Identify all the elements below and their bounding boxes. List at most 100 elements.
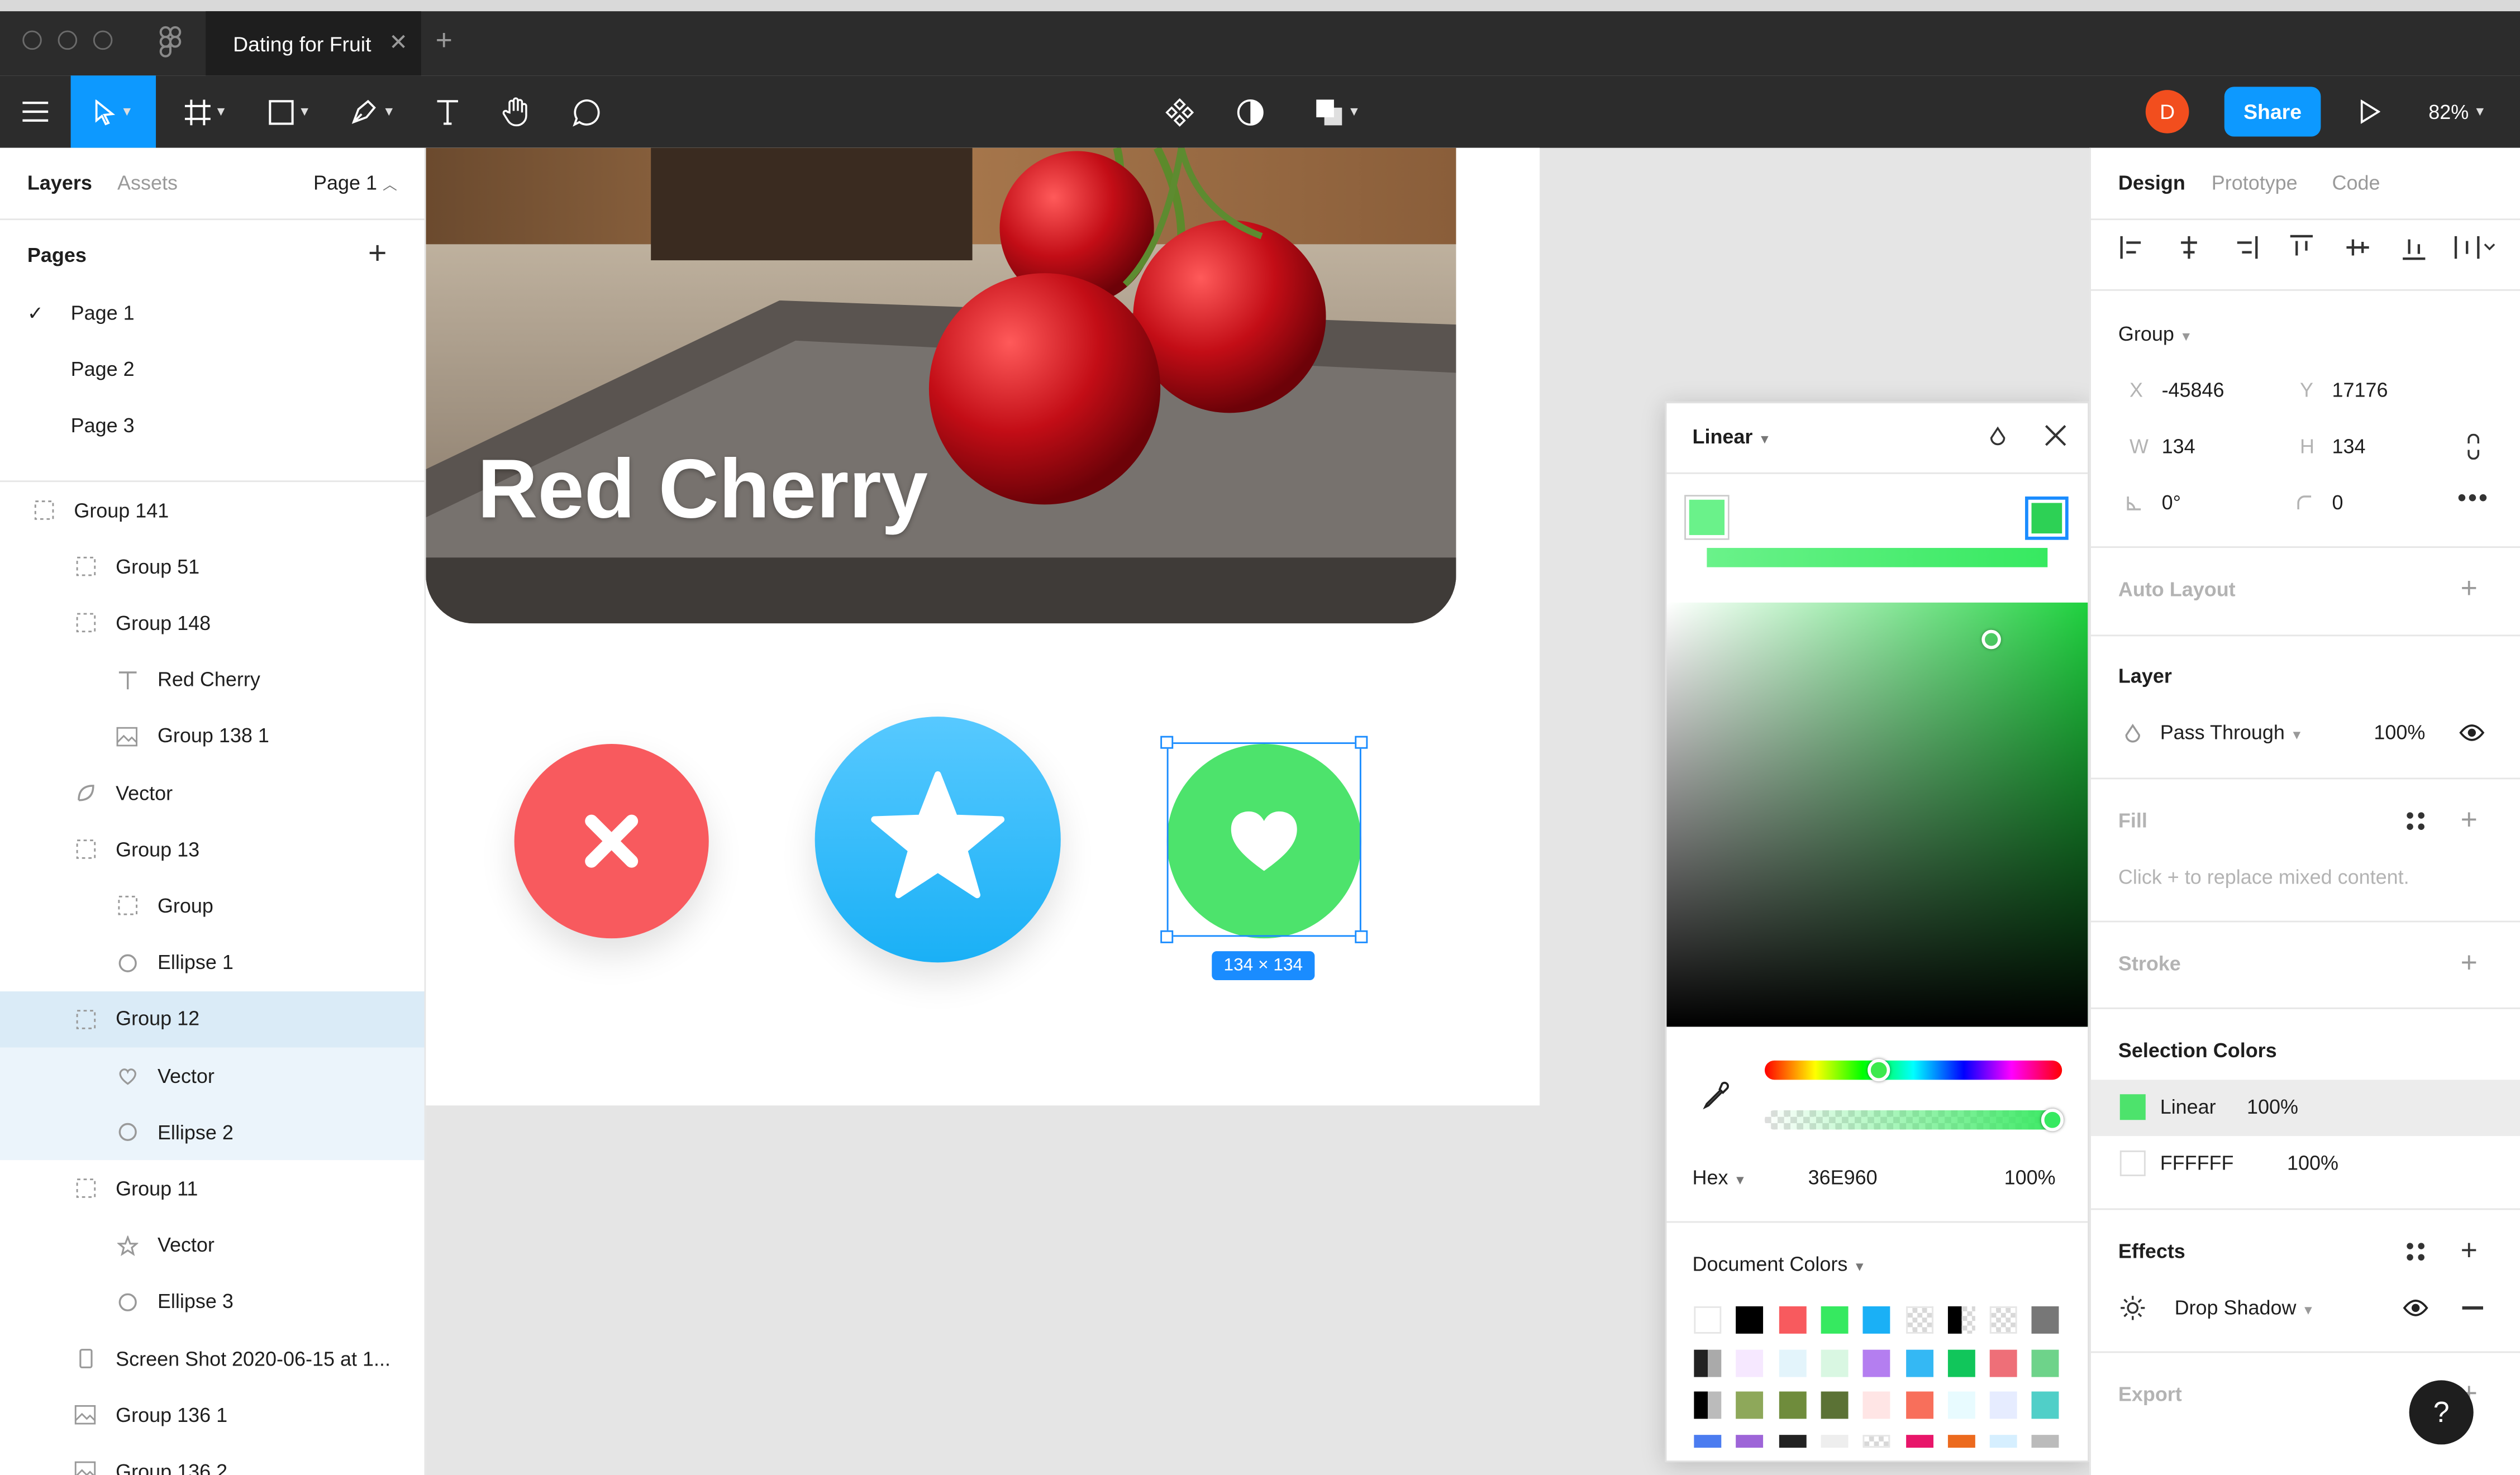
layer-item[interactable]: Ellipse 1 [0,934,425,991]
document-color-swatch[interactable] [1947,1434,1975,1447]
resize-handle[interactable] [1355,736,1368,749]
zoom-dropdown[interactable]: 82% ▼ [2417,75,2498,147]
boolean-operations-button[interactable]: ▼ [1302,75,1373,147]
align-top-icon[interactable] [2289,235,2314,260]
layer-item[interactable]: Ellipse 2 [0,1104,425,1161]
align-left-icon[interactable] [2120,235,2146,260]
document-color-swatch[interactable] [2032,1391,2060,1419]
selection-color-swatch[interactable] [2119,1094,2146,1120]
x-input[interactable]: -45846 [2162,379,2224,402]
rotation-input[interactable]: 0° [2162,491,2181,514]
file-tab[interactable]: Dating for Fruit ✕ [206,11,421,76]
document-color-swatch[interactable] [1947,1391,1975,1419]
selection-box[interactable] [1166,742,1361,937]
layer-item[interactable]: Group 51 [0,538,425,595]
document-color-swatch[interactable] [1778,1434,1806,1447]
constrain-proportions-icon[interactable] [2465,433,2481,460]
sun-icon[interactable] [2120,1295,2146,1321]
document-color-swatch[interactable] [1862,1306,1890,1334]
document-color-swatch[interactable] [1989,1391,2017,1419]
dislike-button[interactable] [514,744,709,939]
tab-design[interactable]: Design [2118,172,2185,194]
help-button[interactable]: ? [2409,1380,2474,1445]
width-input[interactable]: 134 [2162,436,2195,458]
document-color-swatch[interactable] [1905,1391,1933,1419]
group-type-dropdown[interactable]: Group ▼ [2118,323,2193,345]
document-color-swatch[interactable] [1862,1349,1890,1377]
style-grid-icon[interactable] [2406,812,2426,831]
layer-opacity-input[interactable]: 100% [2374,722,2425,744]
resize-handle[interactable] [1160,930,1174,943]
add-stroke-icon[interactable]: + [2461,947,2478,980]
document-color-swatch[interactable] [1989,1306,2017,1334]
pen-tool-button[interactable]: ▼ [341,75,405,147]
document-color-swatch[interactable] [1947,1349,1975,1377]
align-bottom-icon[interactable] [2401,235,2427,260]
layer-item[interactable]: Group 148 [0,595,425,652]
document-color-swatch[interactable] [1905,1306,1933,1334]
layer-item[interactable]: Screen Shot 2020-06-15 at 1... [0,1330,425,1387]
document-color-swatch[interactable] [1736,1434,1764,1447]
document-color-swatch[interactable] [1905,1434,1933,1447]
layer-item[interactable]: Group 12 [0,991,425,1048]
super-like-button[interactable] [814,717,1061,963]
document-color-swatch[interactable] [1736,1306,1764,1334]
selection-color-swatch[interactable] [2119,1150,2146,1176]
document-color-swatch[interactable] [1694,1349,1722,1377]
tab-layers[interactable]: Layers [27,172,92,194]
page-item[interactable]: Page 3 [0,397,425,454]
selection-color-row[interactable]: Linear 100% [2090,1080,2520,1137]
document-color-swatch[interactable] [1905,1349,1933,1377]
resize-handle[interactable] [1355,930,1368,943]
components-button[interactable] [1157,75,1202,147]
style-grid-icon[interactable] [2406,1242,2426,1262]
document-color-swatch[interactable] [1862,1391,1890,1419]
document-color-swatch[interactable] [1736,1391,1764,1419]
layer-item[interactable]: Group 136 2 [0,1444,425,1475]
layer-item[interactable]: Vector [0,1218,425,1274]
page-item[interactable]: ✓ Page 1 [0,284,425,341]
more-options-icon[interactable]: ••• [2457,485,2489,514]
window-minimize-dot[interactable] [58,30,78,50]
document-color-swatch[interactable] [1736,1349,1764,1377]
page-item[interactable]: Page 2 [0,341,425,397]
text-tool-button[interactable] [425,75,470,147]
document-color-swatch[interactable] [2032,1349,2060,1377]
layer-item[interactable]: Vector [0,1047,425,1104]
distribute-icon[interactable] [2454,235,2496,260]
window-close-dot[interactable] [22,30,42,50]
document-color-swatch[interactable] [1821,1306,1849,1334]
scrollbar[interactable] [437,1469,505,1475]
layer-item[interactable]: Group [0,878,425,934]
present-button[interactable] [2350,75,2388,147]
layer-item[interactable]: Group 141 [0,482,425,538]
main-menu-icon[interactable] [0,75,71,147]
document-color-swatch[interactable] [1989,1434,2017,1447]
document-color-swatch[interactable] [1862,1434,1890,1447]
comment-tool-button[interactable] [564,75,609,147]
align-vertical-center-icon[interactable] [2345,235,2371,260]
figma-logo-icon[interactable] [159,26,182,66]
move-tool-button[interactable]: ▼ [70,75,156,148]
layer-item[interactable]: Red Cherry [0,652,425,708]
eye-icon[interactable] [2459,723,2485,743]
y-input[interactable]: 17176 [2332,379,2388,402]
add-effect-icon[interactable]: + [2461,1234,2478,1268]
document-color-swatch[interactable] [1778,1391,1806,1419]
remove-effect-icon[interactable] [2462,1306,2483,1309]
card-title[interactable]: Red Cherry [477,442,927,538]
layer-item[interactable]: Ellipse 3 [0,1274,425,1330]
selection-color-row[interactable]: FFFFFF 100% [2091,1136,2520,1192]
document-color-swatch[interactable] [2032,1306,2060,1334]
corner-radius-input[interactable]: 0 [2332,491,2343,514]
eye-icon[interactable] [2403,1299,2428,1318]
document-color-swatch[interactable] [1989,1349,2017,1377]
height-input[interactable]: 134 [2332,436,2366,458]
add-page-icon[interactable]: + [368,236,387,273]
resize-handle[interactable] [1160,736,1174,749]
document-color-swatch[interactable] [2032,1434,2060,1447]
mask-button[interactable] [1228,75,1273,147]
hand-tool-button[interactable] [493,75,539,147]
layer-item[interactable]: Group 11 [0,1161,425,1217]
add-fill-icon[interactable]: + [2461,804,2478,837]
